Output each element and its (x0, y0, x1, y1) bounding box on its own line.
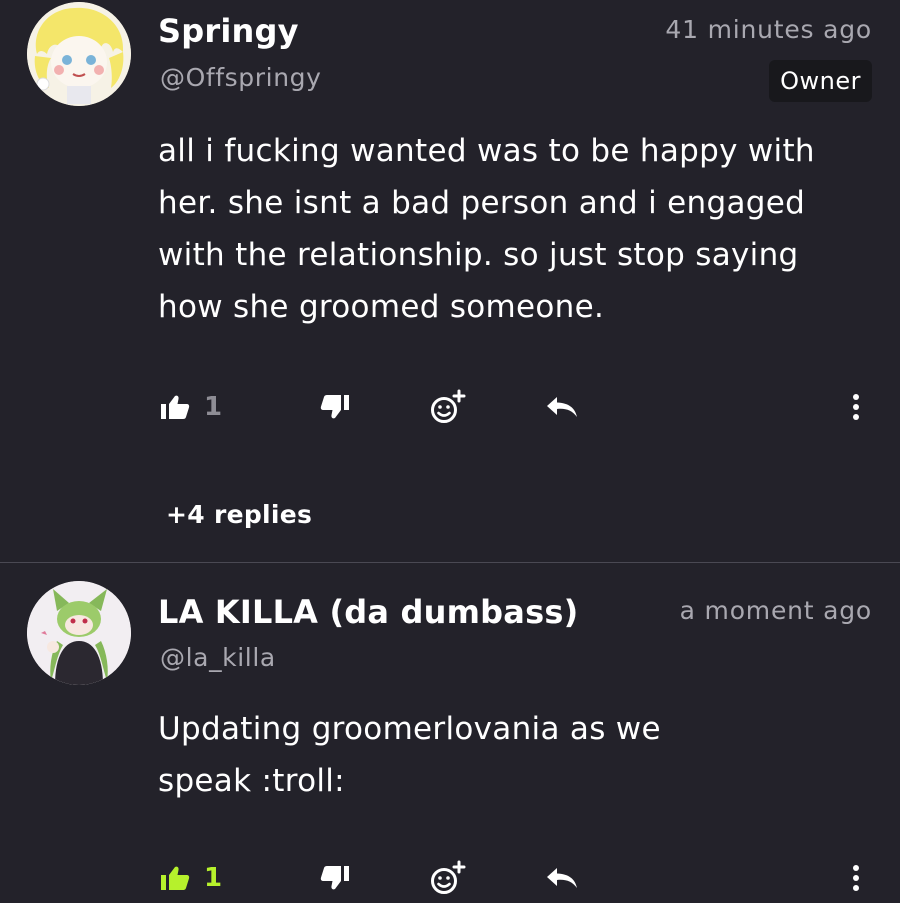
comment-line: with the relationship. so just stop sayi… (158, 237, 799, 273)
add-reaction-button[interactable] (430, 853, 466, 903)
avatar[interactable] (27, 2, 131, 106)
comment-line: how she groomed someone. (158, 289, 605, 325)
add-reaction-icon (431, 389, 466, 423)
add-reaction-icon (431, 860, 466, 894)
like-button[interactable]: 1 (160, 853, 222, 903)
more-options-button[interactable] (852, 382, 860, 432)
reply-arrow-icon (547, 397, 577, 417)
dislike-button[interactable] (320, 382, 350, 432)
author-handle[interactable]: @Offspringy (160, 63, 322, 92)
like-count: 1 (204, 392, 223, 422)
reply-button[interactable] (545, 382, 579, 432)
add-reaction-button[interactable] (430, 382, 466, 432)
comment: Springy @Offspringy 41 minutes ago Owner… (0, 0, 900, 562)
timestamp: 41 minutes ago (665, 15, 872, 44)
author-name[interactable]: LA KILLA (da dumbass) (158, 593, 578, 631)
dislike-button[interactable] (320, 853, 350, 903)
like-count: 1 (204, 863, 223, 893)
comment-body: all i fucking wanted was to be happy wit… (158, 125, 815, 333)
like-button[interactable]: 1 (160, 382, 222, 432)
more-vertical-icon (853, 865, 859, 891)
more-vertical-icon (853, 394, 859, 420)
owner-badge: Owner (769, 60, 872, 102)
more-options-button[interactable] (852, 853, 860, 903)
avatar[interactable] (27, 581, 131, 685)
view-replies-link[interactable]: +4 replies (166, 500, 312, 529)
author-handle[interactable]: @la_killa (160, 643, 276, 672)
timestamp: a moment ago (679, 596, 872, 625)
thumbs-down-icon (320, 395, 349, 419)
comment-actions: 1 (0, 382, 900, 432)
comment-line: all i fucking wanted was to be happy wit… (158, 133, 815, 169)
comment-line: Updating groomerlovania as we (158, 711, 661, 747)
author-name[interactable]: Springy (158, 12, 299, 50)
thumbs-down-icon (320, 866, 349, 890)
reply-button[interactable] (545, 853, 579, 903)
thumbs-up-icon (161, 866, 190, 890)
comment-line: her. she isnt a bad person and i engaged (158, 185, 806, 221)
comment-body: Updating groomerlovania as we speak :tro… (158, 703, 661, 807)
thumbs-up-icon (161, 395, 190, 419)
comment: LA KILLA (da dumbass) @la_killa a moment… (0, 563, 900, 894)
comment-actions: 1 (0, 853, 900, 903)
reply-arrow-icon (547, 868, 577, 888)
comment-line: speak :troll: (158, 763, 345, 799)
